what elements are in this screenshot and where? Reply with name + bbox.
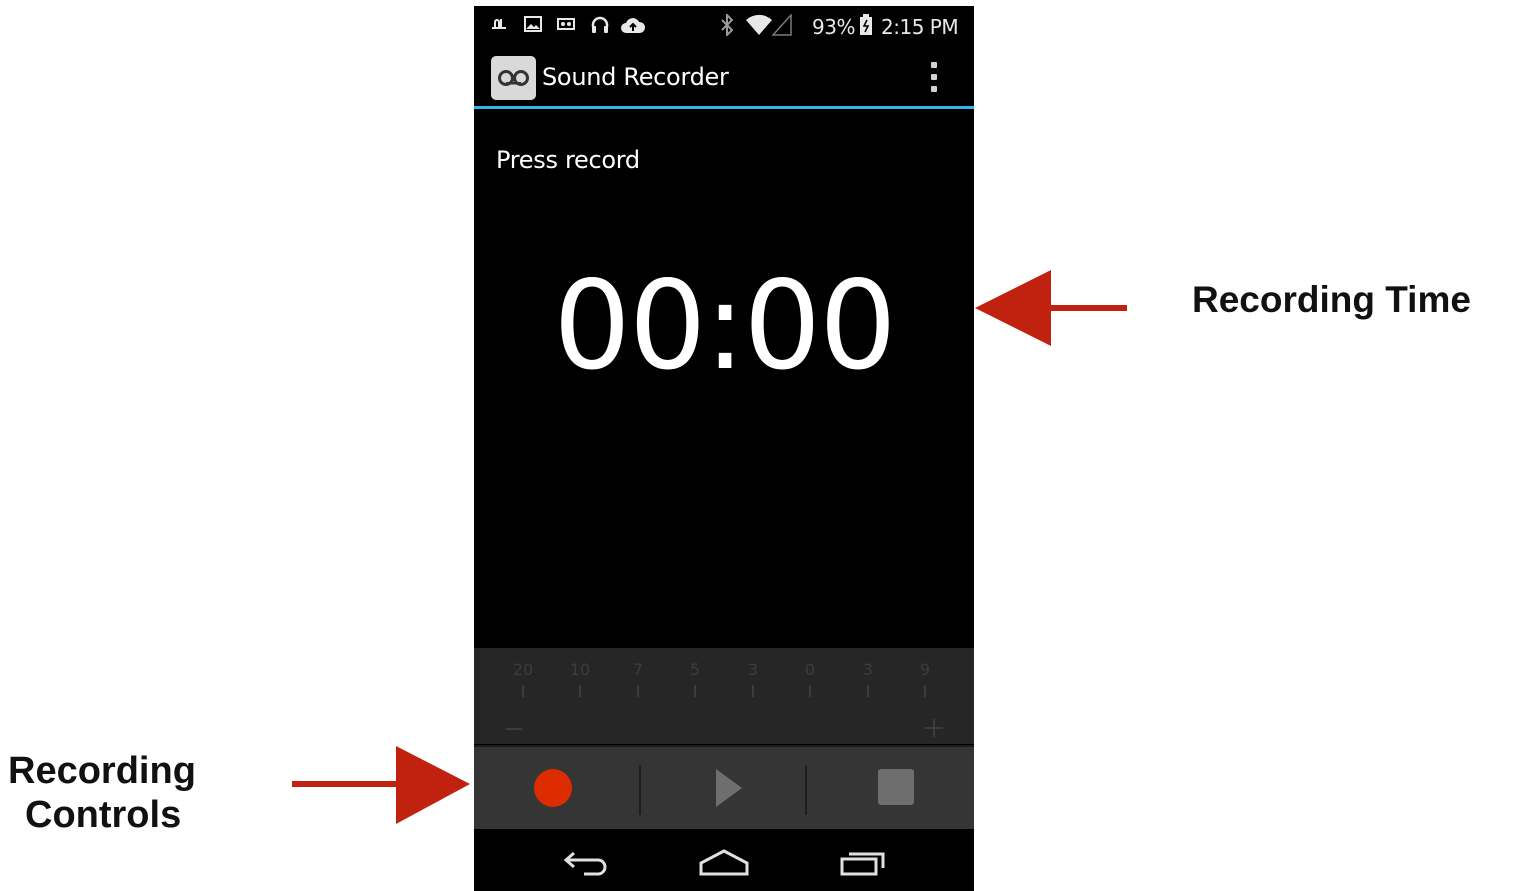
recording-time-label: Recording Time	[1192, 279, 1471, 320]
divider	[639, 765, 641, 815]
usb-icon	[492, 19, 506, 29]
vu-label: 7	[632, 660, 644, 679]
vu-label: 9	[919, 660, 931, 679]
battery-icon	[860, 14, 872, 35]
status-message: Press record	[496, 146, 640, 174]
vu-label: 5	[689, 660, 701, 679]
arrow-to-controls	[292, 746, 470, 824]
phone-screen: 93% 2:15 PM Sound Recorder Press record …	[474, 6, 974, 891]
status-bar: 93% 2:15 PM	[474, 6, 974, 46]
recent-apps-icon[interactable]	[839, 849, 887, 877]
headset-icon	[591, 16, 609, 33]
battery-percent: 93%	[812, 15, 855, 39]
play-button[interactable]	[714, 767, 744, 809]
vu-tick	[637, 685, 639, 697]
home-icon[interactable]	[698, 849, 750, 877]
cloud-upload-icon	[621, 18, 646, 33]
vu-label: 0	[804, 660, 816, 679]
recording-controls-label-line1: Recording	[8, 750, 196, 792]
vu-tick	[867, 685, 869, 697]
back-icon[interactable]	[562, 849, 610, 877]
bluetooth-icon	[721, 14, 734, 36]
recording-timer: 00:00	[553, 255, 897, 397]
arrow-to-timer	[975, 270, 1127, 346]
recording-controls	[474, 745, 974, 830]
vu-tick	[522, 685, 524, 697]
voicemail-icon	[557, 18, 575, 30]
vu-tick	[924, 685, 926, 697]
divider	[805, 765, 807, 815]
vu-tick	[694, 685, 696, 697]
navigation-bar	[474, 829, 974, 891]
vu-meter: 20 10 7 5 3 0 3 9	[474, 648, 974, 744]
vu-minus-icon	[506, 728, 522, 730]
overflow-menu-icon[interactable]	[926, 60, 942, 94]
recorder-icon[interactable]	[491, 56, 536, 100]
vu-plus-icon	[925, 719, 943, 737]
vu-label: 20	[512, 660, 534, 679]
vu-label: 3	[747, 660, 759, 679]
vu-label: 3	[862, 660, 874, 679]
vu-tick	[579, 685, 581, 697]
wifi-icon	[746, 14, 772, 35]
action-bar: Sound Recorder	[474, 46, 974, 109]
signal-icon	[772, 14, 792, 36]
image-icon	[524, 16, 542, 32]
clock: 2:15 PM	[881, 15, 959, 39]
vu-tick	[752, 685, 754, 697]
stop-button[interactable]	[878, 769, 914, 805]
vu-label: 10	[569, 660, 591, 679]
vu-tick	[809, 685, 811, 697]
recording-controls-label-line2: Controls	[25, 794, 182, 836]
app-title: Sound Recorder	[542, 63, 729, 91]
record-button[interactable]	[534, 769, 572, 807]
